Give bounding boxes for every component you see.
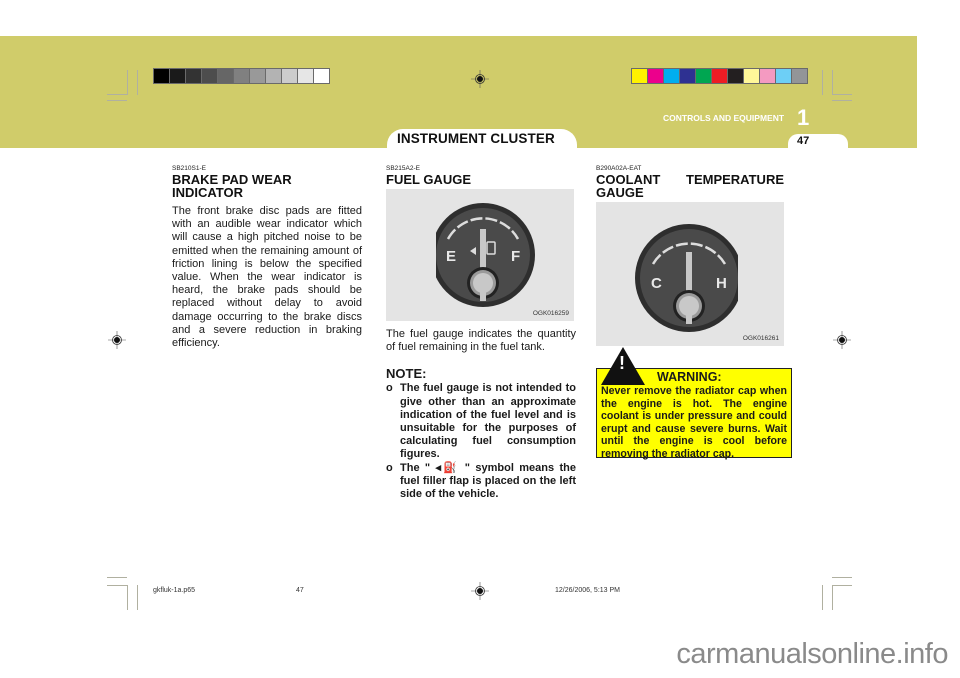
color-swatch	[154, 69, 169, 83]
color-swatch	[234, 69, 249, 83]
color-swatch	[298, 69, 313, 83]
coolant-gauge-illustration: C H	[635, 224, 738, 332]
registration-mark-icon	[108, 331, 126, 349]
color-swatch	[680, 69, 695, 83]
brake-pad-section: SB210S1-E BRAKE PAD WEAR INDICATOR The f…	[172, 165, 362, 350]
crop-mark	[822, 70, 823, 95]
color-swatch	[218, 69, 233, 83]
warning-body: Never remove the radiator cap when the e…	[601, 385, 787, 460]
cmyk-color-bar	[631, 68, 808, 84]
crop-mark	[107, 100, 127, 101]
watermark[interactable]: carmanualsonline.info	[676, 638, 948, 671]
note-item: o The " ◂⛽ " symbol means the fuel filler…	[386, 462, 576, 502]
crop-mark	[137, 70, 138, 95]
image-code: OGK016261	[742, 335, 779, 342]
section-heading: FUEL GAUGE	[386, 172, 471, 187]
color-swatch	[776, 69, 791, 83]
bullet: o	[386, 382, 393, 395]
color-swatch	[250, 69, 265, 83]
section-heading: BRAKE PAD WEAR INDICATOR	[172, 172, 292, 200]
color-swatch	[282, 69, 297, 83]
crop-mark	[107, 94, 127, 95]
bullet: o	[386, 461, 393, 474]
body-paragraph: The front brake disc pads are fitted wit…	[172, 205, 362, 350]
color-swatch	[728, 69, 743, 83]
color-swatch	[186, 69, 201, 83]
color-swatch	[760, 69, 775, 83]
fuel-gauge-illustration: E F	[436, 203, 535, 307]
section-code: B290A02A-EAT	[596, 165, 642, 172]
note-title: NOTE:	[386, 366, 427, 382]
gauge-label-cold: C	[651, 275, 662, 292]
crop-mark	[832, 94, 852, 95]
grayscale-color-bar	[153, 68, 330, 84]
note-list: o The fuel gauge is not intended to give …	[386, 382, 576, 501]
footer-file-name: gkfluk-1a.p65	[153, 587, 196, 594]
crop-mark	[107, 585, 127, 586]
color-swatch	[202, 69, 217, 83]
warning-title: WARNING:	[657, 370, 722, 384]
crop-mark	[832, 577, 852, 578]
warning-box: ! WARNING: Never remove the radiator cap…	[596, 347, 792, 460]
tab-title: INSTRUMENT CLUSTER	[397, 131, 555, 146]
color-swatch	[314, 69, 329, 83]
color-swatch	[696, 69, 711, 83]
color-swatch	[744, 69, 759, 83]
crop-mark	[127, 585, 128, 610]
section-code: SB210S1-E	[172, 165, 206, 172]
registration-mark-icon	[471, 70, 489, 88]
note-item: o The fuel gauge is not intended to give …	[386, 382, 576, 461]
note-text: The " ◂⛽ " symbol means the fuel filler …	[400, 461, 576, 501]
fuel-gauge-section: SB215A2-E FUEL GAUGE E F OGK016259 The f…	[386, 165, 576, 501]
section-heading-line2: GAUGE	[596, 185, 644, 200]
footer-timestamp: 12/26/2006, 5:13 PM	[555, 587, 620, 594]
body-paragraph: The fuel gauge indicates the quantity of…	[386, 328, 576, 354]
crop-mark	[832, 585, 833, 610]
chapter-number: 1	[797, 105, 810, 130]
color-swatch	[648, 69, 663, 83]
gauge-label-full: F	[511, 248, 520, 265]
crop-mark	[137, 585, 138, 610]
heading-word: TEMPERATURE	[686, 172, 784, 187]
color-swatch	[664, 69, 679, 83]
coolant-section: B290A02A-EAT COOLANT TEMPERATURE GAUGE C …	[596, 165, 792, 460]
section-title: CONTROLS AND EQUIPMENT	[663, 113, 785, 123]
crop-mark	[107, 577, 127, 578]
fuel-gauge-image: E F OGK016259	[386, 189, 574, 321]
crop-mark	[832, 585, 852, 586]
registration-mark-icon	[833, 331, 851, 349]
crop-mark	[822, 585, 823, 610]
section-code: SB215A2-E	[386, 165, 420, 172]
exclamation-icon: !	[619, 353, 625, 373]
gauge-label-hot: H	[716, 275, 727, 292]
page-number: 47	[797, 135, 810, 147]
color-swatch	[712, 69, 727, 83]
crop-mark	[832, 100, 852, 101]
image-code: OGK016259	[532, 310, 569, 317]
gauge-label-empty: E	[446, 248, 456, 265]
color-swatch	[170, 69, 185, 83]
section-tab: INSTRUMENT CLUSTER	[387, 129, 577, 148]
note-text: The fuel gauge is not intended to give o…	[400, 382, 576, 461]
color-swatch	[266, 69, 281, 83]
color-swatch	[632, 69, 647, 83]
page-number-tab: 47	[788, 134, 848, 148]
crop-mark	[832, 70, 833, 95]
crop-mark	[127, 70, 128, 95]
footer-page: 47	[296, 587, 304, 594]
coolant-gauge-image: C H OGK016261	[596, 202, 784, 346]
registration-mark-icon	[471, 582, 489, 600]
color-swatch	[792, 69, 807, 83]
